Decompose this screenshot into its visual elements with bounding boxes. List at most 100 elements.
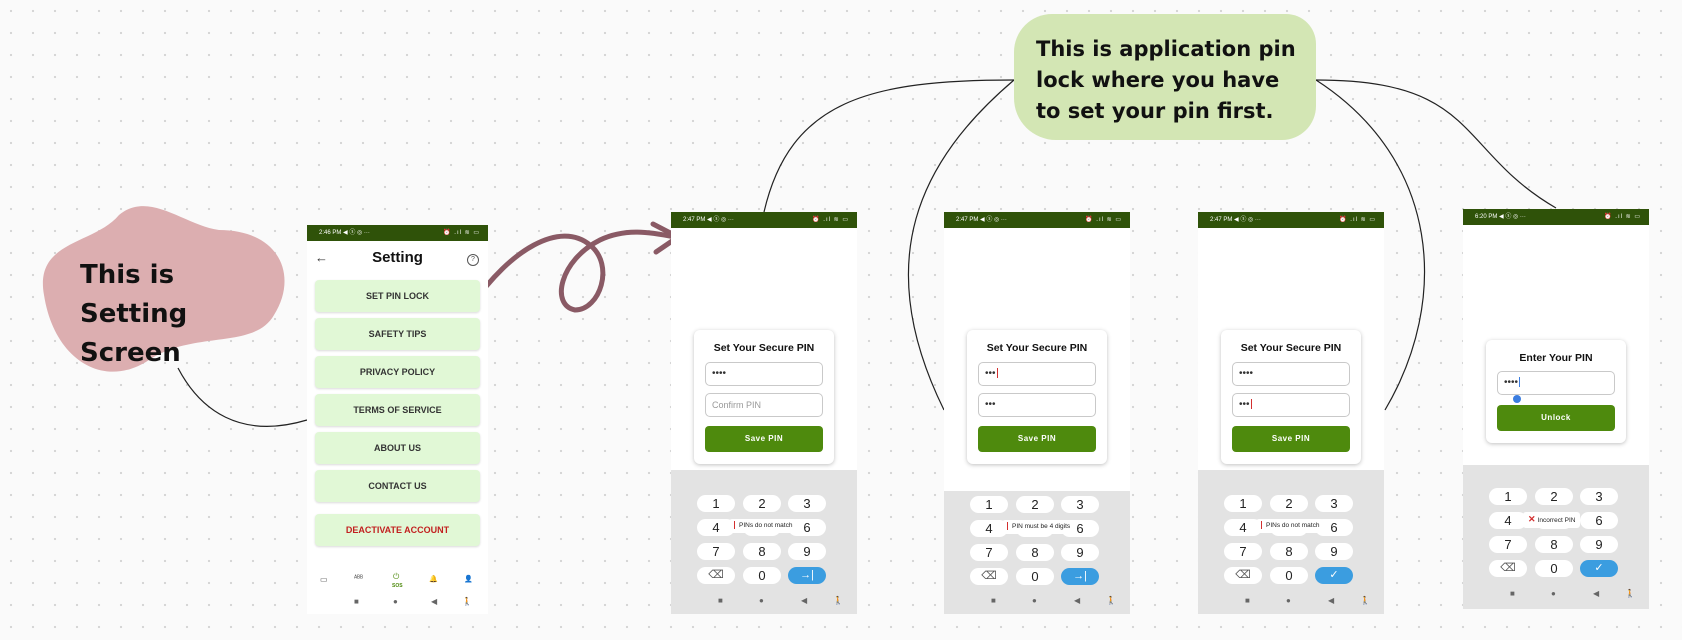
back-nav-icon[interactable]: ◀ — [1074, 596, 1080, 605]
key-2[interactable]: 2 — [1016, 496, 1054, 513]
error-toast: ✕ Incorrect PIN — [1523, 512, 1581, 528]
save-pin-button[interactable]: Save PIN — [978, 426, 1096, 452]
status-time: 2:47 PM — [956, 217, 979, 223]
setting-note-text: This is Setting Screen — [80, 260, 188, 368]
confirm-pin-field[interactable]: Confirm PIN — [705, 393, 823, 417]
back-nav-icon[interactable]: ◀ — [431, 597, 437, 606]
menu-about-us[interactable]: ABOUT US — [315, 432, 480, 464]
key-1[interactable]: 1 — [970, 496, 1008, 513]
confirm-pin-field[interactable]: ••• — [978, 393, 1096, 417]
home-icon[interactable]: ● — [759, 596, 764, 605]
key-9[interactable]: 9 — [788, 543, 826, 560]
recents-icon[interactable]: ■ — [1510, 589, 1515, 598]
save-pin-button[interactable]: Save PIN — [705, 426, 823, 452]
key-1[interactable]: 1 — [697, 495, 735, 512]
key-2[interactable]: 2 — [1535, 488, 1573, 505]
key-9[interactable]: 9 — [1580, 536, 1618, 553]
home-icon[interactable]: ● — [1286, 596, 1291, 605]
menu-contact-us[interactable]: CONTACT US — [315, 470, 480, 502]
text-cursor — [1519, 377, 1521, 388]
confirm-key[interactable]: ✓ — [1315, 567, 1353, 584]
back-nav-icon[interactable]: ◀ — [801, 596, 807, 605]
key-7[interactable]: 7 — [1489, 536, 1527, 553]
community-icon[interactable]: ᴬᴮᴮ — [354, 575, 363, 582]
alerts-icon[interactable]: 🔔 — [429, 575, 438, 583]
key-4[interactable]: 4 — [1489, 512, 1527, 529]
status-bar: 2:47 PM ◀ ⓢ ◎ ··· ⏰ .ıl ≋ ▭ — [944, 212, 1130, 228]
save-pin-button[interactable]: Save PIN — [1232, 426, 1350, 452]
confirm-key[interactable]: ✓ — [1580, 560, 1618, 577]
key-3[interactable]: 3 — [788, 495, 826, 512]
deactivate-account-button[interactable]: DEACTIVATE ACCOUNT — [315, 514, 480, 546]
menu-set-pin-lock[interactable]: SET PIN LOCK — [315, 280, 480, 312]
next-key[interactable]: →| — [788, 567, 826, 584]
key-0[interactable]: 0 — [1016, 568, 1054, 585]
pin-field[interactable]: •••• — [1497, 371, 1615, 395]
key-7[interactable]: 7 — [697, 543, 735, 560]
help-icon[interactable]: ? — [467, 254, 479, 266]
key-3[interactable]: 3 — [1061, 496, 1099, 513]
key-7[interactable]: 7 — [970, 544, 1008, 561]
key-1[interactable]: 1 — [1489, 488, 1527, 505]
key-0[interactable]: 0 — [1270, 567, 1308, 584]
menu-safety-tips[interactable]: SAFETY TIPS — [315, 318, 480, 350]
key-6[interactable]: 6 — [1580, 512, 1618, 529]
delete-key[interactable]: ⌫ — [697, 567, 735, 584]
recents-icon[interactable]: ■ — [718, 596, 723, 605]
confirm-pin-field[interactable]: ••• — [1232, 393, 1350, 417]
key-8[interactable]: 8 — [1535, 536, 1573, 553]
home-icon[interactable]: ● — [393, 597, 398, 606]
next-key[interactable]: →| — [1061, 568, 1099, 585]
key-8[interactable]: 8 — [1016, 544, 1054, 561]
key-0[interactable]: 0 — [1535, 560, 1573, 577]
card-title: Set Your Secure PIN — [986, 342, 1088, 354]
accessibility-icon[interactable]: 🚶 — [1360, 596, 1370, 605]
menu-terms-of-service[interactable]: TERMS OF SERVICE — [315, 394, 480, 426]
home-icon[interactable]: ● — [1032, 596, 1037, 605]
recents-icon[interactable]: ■ — [354, 597, 359, 606]
key-8[interactable]: 8 — [743, 543, 781, 560]
key-8[interactable]: 8 — [1270, 543, 1308, 560]
recents-icon[interactable]: ■ — [991, 596, 996, 605]
set-pin-card: Set Your Secure PIN •••• ••• Save PIN — [1221, 330, 1361, 464]
system-nav-bar: ■ ● ◀ 🚶 — [1463, 589, 1649, 603]
pin-value: •••• — [712, 368, 727, 379]
menu-privacy-policy[interactable]: PRIVACY POLICY — [315, 356, 480, 388]
pin-value: •••• — [1239, 368, 1254, 379]
accessibility-icon[interactable]: 🚶 — [1625, 589, 1635, 598]
delete-key[interactable]: ⌫ — [1224, 567, 1262, 584]
key-9[interactable]: 9 — [1315, 543, 1353, 560]
pin-field[interactable]: ••• — [978, 362, 1096, 386]
key-7[interactable]: 7 — [1224, 543, 1262, 560]
card-title: Set Your Secure PIN — [713, 342, 815, 354]
sos-label: SOS — [392, 583, 403, 589]
key-3[interactable]: 3 — [1580, 488, 1618, 505]
home-icon[interactable]: ● — [1551, 589, 1556, 598]
key-3[interactable]: 3 — [1315, 495, 1353, 512]
key-1[interactable]: 1 — [1224, 495, 1262, 512]
status-left-icons: ◀ ⓢ ◎ ··· — [707, 217, 734, 223]
delete-key[interactable]: ⌫ — [1489, 560, 1527, 577]
back-nav-icon[interactable]: ◀ — [1593, 589, 1599, 598]
profile-icon[interactable]: 👤 — [464, 575, 473, 583]
cursor-handle[interactable] — [1513, 395, 1521, 403]
sos-icon[interactable]: ⏻ — [393, 572, 399, 582]
accessibility-icon[interactable]: 🚶 — [1106, 596, 1116, 605]
chat-icon[interactable]: ▭ — [320, 575, 328, 584]
status-right-icons: ⏰ .ıl ≋ ▭ — [443, 230, 480, 236]
key-9[interactable]: 9 — [1061, 544, 1099, 561]
pin-field[interactable]: •••• — [1232, 362, 1350, 386]
delete-key[interactable]: ⌫ — [970, 568, 1008, 585]
key-0[interactable]: 0 — [743, 567, 781, 584]
numeric-keypad: 1 2 3 4 5 6 7 8 9 ⌫ 0 ✓ ✕Incorrect PIN ■… — [1463, 465, 1649, 609]
key-2[interactable]: 2 — [1270, 495, 1308, 512]
accessibility-icon[interactable]: 🚶 — [833, 596, 843, 605]
key-2[interactable]: 2 — [743, 495, 781, 512]
unlock-button[interactable]: Unlock — [1497, 405, 1615, 431]
back-nav-icon[interactable]: ◀ — [1328, 596, 1334, 605]
accessibility-icon[interactable]: 🚶 — [462, 597, 472, 606]
recents-icon[interactable]: ■ — [1245, 596, 1250, 605]
status-bar: 6:20 PM ◀ ⓢ ◎ ··· ⏰ .ıl ≋ ▭ — [1463, 209, 1649, 225]
pin-field[interactable]: •••• — [705, 362, 823, 386]
toast-text: PIN must be 4 digits — [1012, 523, 1071, 530]
